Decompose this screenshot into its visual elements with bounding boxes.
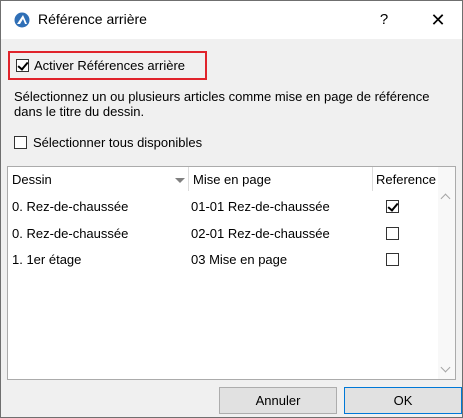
column-divider[interactable] [188, 167, 189, 191]
reference-checkbox[interactable] [386, 200, 399, 213]
activate-back-references-highlight[interactable]: Activer Références arrière [8, 51, 207, 80]
cell-dessin: 0. Rez-de-chaussée [12, 199, 129, 214]
reference-checkbox[interactable] [386, 227, 399, 240]
archicad-app-icon [14, 12, 30, 28]
reference-table: Dessin Mise en page Reference 0. Rez-de-… [7, 166, 456, 380]
cancel-button[interactable]: Annuler [219, 387, 337, 414]
cell-mise-en-page: 02-01 Rez-de-chaussée [191, 226, 330, 241]
column-header-reference[interactable]: Reference [376, 172, 436, 187]
table-row[interactable]: 0. Rez-de-chaussée 01-01 Rez-de-chaussée [8, 195, 438, 219]
cell-dessin: 0. Rez-de-chaussée [12, 226, 129, 241]
ok-button[interactable]: OK [344, 387, 462, 414]
close-icon[interactable]: ✕ [421, 7, 455, 33]
vertical-scrollbar[interactable] [438, 167, 455, 379]
help-button[interactable]: ? [369, 7, 399, 33]
select-all-label: Sélectionner tous disponibles [33, 135, 203, 150]
scroll-down-icon[interactable] [440, 362, 451, 373]
description-text: Sélectionnez un ou plusieurs articles co… [14, 89, 430, 119]
table-row[interactable]: 1. 1er étage 03 Mise en page [8, 248, 438, 272]
activate-back-references-checkbox[interactable] [16, 59, 29, 72]
column-header-mise-en-page[interactable]: Mise en page [193, 172, 271, 187]
select-all-checkbox[interactable] [14, 136, 27, 149]
select-all-row[interactable]: Sélectionner tous disponibles [14, 135, 202, 150]
title-bar[interactable]: Référence arrière ? ✕ [1, 1, 462, 39]
reference-checkbox[interactable] [386, 253, 399, 266]
cell-dessin: 1. 1er étage [12, 252, 82, 267]
activate-back-references-label: Activer Références arrière [34, 58, 185, 73]
scroll-up-icon[interactable] [440, 193, 451, 204]
column-divider[interactable] [372, 167, 373, 191]
table-row[interactable]: 0. Rez-de-chaussée 02-01 Rez-de-chaussée [8, 222, 438, 246]
window-title: Référence arrière [38, 11, 147, 27]
sort-descending-icon[interactable] [175, 178, 185, 183]
column-header-dessin[interactable]: Dessin [12, 172, 52, 187]
back-reference-dialog: Référence arrière ? ✕ Activer Références… [0, 0, 463, 418]
cell-mise-en-page: 01-01 Rez-de-chaussée [191, 199, 330, 214]
cell-mise-en-page: 03 Mise en page [191, 252, 288, 267]
